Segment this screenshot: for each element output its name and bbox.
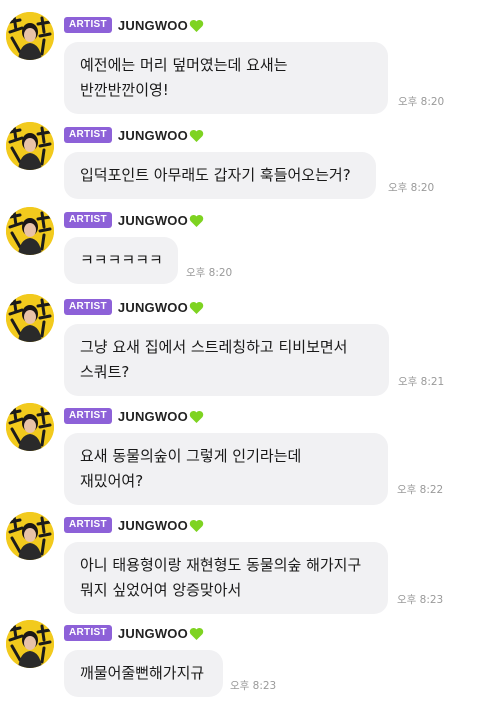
artist-badge: ARTIST [64, 625, 112, 641]
message-header: ARTIST JUNGWOO [64, 516, 204, 534]
message-header: ARTIST JUNGWOO [64, 211, 204, 229]
message-bubble[interactable]: 입덕포인트 아무래도 갑자기 훅들어오는거? [64, 152, 376, 199]
artist-badge: ARTIST [64, 17, 112, 33]
artist-badge: ARTIST [64, 299, 112, 315]
avatar-image [6, 294, 54, 342]
artist-badge: ARTIST [64, 212, 112, 228]
author-name: JUNGWOO [117, 408, 188, 424]
message-timestamp: 오후 8:21 [398, 376, 445, 388]
message-bubble[interactable]: 요새 동물의숲이 그렇게 인기라는데 재밌어여? [64, 433, 388, 505]
message-timestamp: 오후 8:23 [230, 680, 277, 692]
author-name: JUNGWOO [117, 127, 188, 143]
artist-badge: ARTIST [64, 517, 112, 533]
green-heart-icon [189, 409, 204, 423]
message-line: 뭐지 싶었어여 앙증맞아서 [80, 581, 242, 599]
message-row: ARTIST JUNGWOO 깨물어줄뻔해가지규 오후 8:23 [0, 616, 480, 701]
chat-thread: ARTIST JUNGWOO 예전에는 머리 덮머였는데 요새는 반깐반깐이영!… [0, 0, 480, 706]
avatar-image [6, 620, 54, 668]
avatar[interactable] [6, 620, 54, 668]
message-row: ARTIST JUNGWOO 입덕포인트 아무래도 갑자기 훅들어오는거? 오후… [0, 118, 480, 199]
avatar[interactable] [6, 403, 54, 451]
artist-badge: ARTIST [64, 408, 112, 424]
avatar-image [6, 403, 54, 451]
message-timestamp: 오후 8:20 [186, 267, 233, 279]
message-bubble[interactable]: 예전에는 머리 덮머였는데 요새는 반깐반깐이영! [64, 42, 388, 114]
message-line: ㅋㅋㅋㅋㅋㅋ [80, 251, 163, 269]
message-line: 깨물어줄뻔해가지규 [80, 664, 205, 682]
message-row: ARTIST JUNGWOO 예전에는 머리 덮머였는데 요새는 반깐반깐이영!… [0, 8, 480, 114]
message-row: ARTIST JUNGWOO 요새 동물의숲이 그렇게 인기라는데 재밌어여? … [0, 399, 480, 505]
message-timestamp: 오후 8:20 [388, 182, 435, 194]
green-heart-icon [189, 213, 204, 227]
green-heart-icon [189, 128, 204, 142]
message-bubble[interactable]: ㅋㅋㅋㅋㅋㅋ [64, 237, 178, 284]
avatar[interactable] [6, 207, 54, 255]
avatar[interactable] [6, 12, 54, 60]
author-name: JUNGWOO [117, 17, 188, 33]
author-name: JUNGWOO [117, 299, 188, 315]
avatar-image [6, 512, 54, 560]
avatar[interactable] [6, 122, 54, 170]
message-line: 아니 태용형이랑 재현형도 동물의숲 해가지구 [80, 556, 362, 574]
message-line: 반깐반깐이영! [80, 81, 169, 99]
avatar[interactable] [6, 294, 54, 342]
message-line: 예전에는 머리 덮머였는데 요새는 [80, 56, 288, 74]
message-row: ARTIST JUNGWOO 그냥 요새 집에서 스트레칭하고 티비보면서 스쿼… [0, 290, 480, 396]
message-row: ARTIST JUNGWOO 아니 태용형이랑 재현형도 동물의숲 해가지구 뭐… [0, 508, 480, 614]
author-name: JUNGWOO [117, 517, 188, 533]
message-line: 재밌어여? [80, 472, 144, 490]
artist-badge: ARTIST [64, 127, 112, 143]
green-heart-icon [189, 626, 204, 640]
message-row: ARTIST JUNGWOO ㅋㅋㅋㅋㅋㅋ 오후 8:20 [0, 203, 480, 284]
message-header: ARTIST JUNGWOO [64, 16, 204, 34]
message-bubble[interactable]: 깨물어줄뻔해가지규 [64, 650, 223, 697]
message-line: 그냥 요새 집에서 스트레칭하고 티비보면서 [80, 338, 348, 356]
message-line: 요새 동물의숲이 그렇게 인기라는데 [80, 447, 302, 465]
avatar-image [6, 12, 54, 60]
message-header: ARTIST JUNGWOO [64, 624, 204, 642]
green-heart-icon [189, 18, 204, 32]
message-bubble[interactable]: 아니 태용형이랑 재현형도 동물의숲 해가지구 뭐지 싶었어여 앙증맞아서 [64, 542, 388, 614]
author-name: JUNGWOO [117, 212, 188, 228]
message-bubble[interactable]: 그냥 요새 집에서 스트레칭하고 티비보면서 스쿼트? [64, 324, 389, 396]
message-line: 스쿼트? [80, 363, 130, 381]
message-timestamp: 오후 8:20 [398, 96, 445, 108]
avatar[interactable] [6, 512, 54, 560]
message-header: ARTIST JUNGWOO [64, 407, 204, 425]
green-heart-icon [189, 518, 204, 532]
avatar-image [6, 207, 54, 255]
green-heart-icon [189, 300, 204, 314]
message-timestamp: 오후 8:23 [397, 594, 444, 606]
message-header: ARTIST JUNGWOO [64, 298, 204, 316]
avatar-image [6, 122, 54, 170]
message-header: ARTIST JUNGWOO [64, 126, 204, 144]
author-name: JUNGWOO [117, 625, 188, 641]
message-timestamp: 오후 8:22 [397, 484, 444, 496]
message-line: 입덕포인트 아무래도 갑자기 훅들어오는거? [80, 166, 351, 184]
